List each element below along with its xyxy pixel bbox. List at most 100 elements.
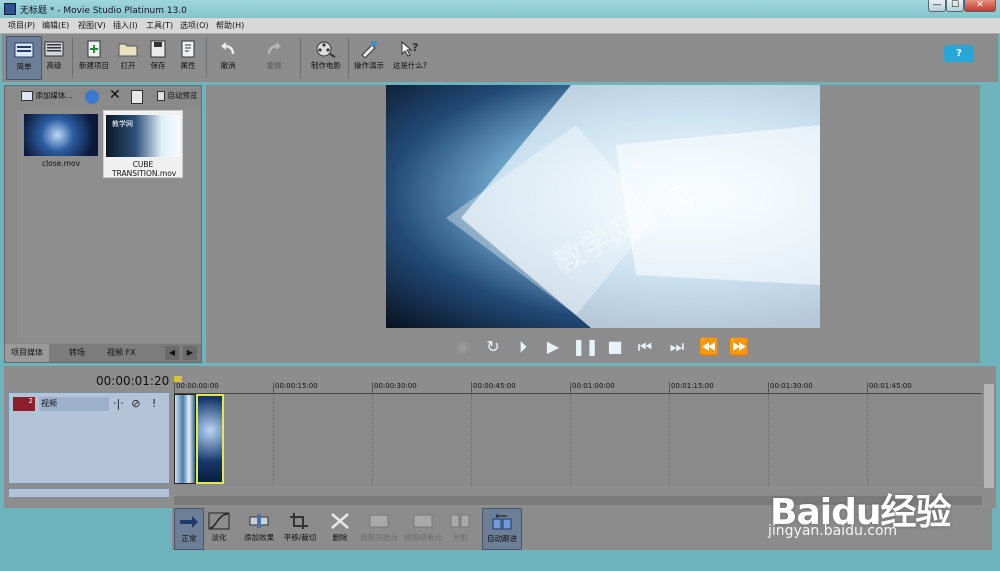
play-icon[interactable]: ▶ [542, 337, 564, 357]
media-properties-icon[interactable] [131, 90, 143, 104]
record-button[interactable]: ◉ [452, 337, 474, 357]
baidu-watermark: Baidu经验 jingyan.baidu.com [758, 463, 958, 549]
video-track-header[interactable]: 2 视频 ⋅|⋅ ⊘ ! [8, 392, 170, 484]
mute-icon[interactable]: ⊘ [131, 397, 140, 410]
stop-icon[interactable]: ■ [604, 337, 626, 357]
fade-button[interactable]: 淡化 [204, 508, 234, 550]
next-frame-icon[interactable]: ⏩ [728, 337, 750, 357]
minimize-button[interactable]: — [928, 0, 946, 12]
add-effect-icon [249, 514, 269, 528]
video-clip-selected[interactable] [196, 394, 224, 484]
ruler-label: 00:00:00:00 [176, 382, 219, 390]
trim-start-button[interactable]: 修剪开始点 [358, 508, 400, 550]
trim-end-button[interactable]: 修剪结束点 [402, 508, 444, 550]
svg-text:?: ? [412, 41, 418, 54]
undo-label: 撤消 [220, 61, 236, 70]
watermark-url: jingyan.baidu.com [768, 523, 898, 539]
auto-ripple-button[interactable]: 自动跟进 [482, 508, 522, 550]
advanced-mode-button[interactable]: 高级 [36, 36, 72, 80]
menu-help[interactable]: 帮助(H) [216, 20, 244, 31]
media-thumbnail: 教学网 [106, 115, 180, 157]
add-effect-label: 添加效果 [244, 533, 274, 542]
menu-view[interactable]: 视图(V) [78, 20, 106, 31]
normal-edit-button[interactable]: 正常 [174, 508, 204, 550]
ruler-label: 00:00:45:00 [473, 382, 516, 390]
loop-playback-icon[interactable]: ↻ [482, 337, 504, 357]
refresh-icon[interactable] [85, 90, 99, 104]
show-me-how-icon [361, 41, 377, 58]
app-window: 无标题 * - Movie Studio Platinum 13.0 — ☐ ✕… [0, 0, 1000, 571]
main-toolbar: 简单 高级 新建项目 打开 保存 属性 撤消 重做 制作电影 操作演示 ? 这是… [2, 34, 998, 82]
ruler-label: 00:00:30:00 [374, 382, 417, 390]
add-media-icon [21, 91, 33, 101]
project-media-panel: 添加媒体... ✕ 自动预览 close.mov 教学网 CUBE TRANSI… [4, 85, 202, 363]
redo-button[interactable]: 重做 [256, 36, 292, 80]
pause-icon[interactable]: ❚❚ [572, 337, 599, 357]
split-button[interactable]: 分割 [442, 508, 478, 550]
tab-transitions[interactable]: 转场 [63, 344, 91, 362]
undo-button[interactable]: 撤消 [210, 36, 246, 80]
help-button[interactable]: ? [944, 45, 974, 62]
split-icon [450, 514, 470, 528]
menu-tools[interactable]: 工具(T) [146, 20, 173, 31]
remove-icon[interactable]: ✕ [109, 87, 121, 103]
play-from-start-icon[interactable]: ⏵ [512, 337, 534, 357]
go-to-end-icon[interactable]: ⏭ [666, 337, 688, 357]
track-name-field[interactable]: 视频 [39, 397, 109, 411]
add-media-button[interactable]: 添加媒体... [21, 90, 73, 104]
track-controls: ⋅|⋅ ⊘ ! [113, 397, 156, 410]
show-me-how-button[interactable]: 操作演示 [350, 36, 388, 80]
add-effect-button[interactable]: 添加效果 [238, 508, 280, 550]
media-item[interactable]: close.mov [21, 110, 101, 168]
auto-preview-toggle[interactable]: 自动预览 [157, 90, 197, 104]
ruler-label: 00:01:30:00 [770, 382, 813, 390]
menu-project[interactable]: 项目(P) [8, 20, 35, 31]
previous-frame-icon[interactable]: ⏪ [698, 337, 720, 357]
tab-prev-button[interactable]: ◀ [165, 346, 179, 360]
audio-track-header[interactable] [8, 488, 170, 498]
tab-video-fx[interactable]: 视频 FX [101, 344, 142, 362]
menu-edit[interactable]: 编辑(E) [42, 20, 69, 31]
properties-button[interactable]: 属性 [170, 36, 206, 80]
show-me-how-label: 操作演示 [354, 61, 384, 70]
make-movie-button[interactable]: 制作电影 [306, 36, 346, 80]
film-reel-icon [316, 41, 336, 58]
media-item-name: close.mov [41, 159, 81, 168]
pan-crop-button[interactable]: 平移/裁切 [278, 508, 322, 550]
track-level-icon[interactable]: ⋅|⋅ [113, 397, 124, 410]
vertical-scrollbar[interactable] [984, 384, 994, 488]
advanced-view-icon [44, 41, 64, 57]
auto-preview-label: 自动预览 [167, 91, 198, 100]
menu-insert[interactable]: 插入(I) [113, 20, 138, 31]
video-clip[interactable] [174, 394, 196, 484]
new-project-button[interactable]: 新建项目 [76, 36, 112, 80]
auto-ripple-label: 自动跟进 [487, 534, 517, 543]
media-item-name: CUBE TRANSITION.mov [112, 160, 177, 178]
delete-label: 删除 [332, 533, 348, 542]
pan-crop-label: 平移/裁切 [283, 533, 317, 542]
trim-start-icon [369, 514, 389, 528]
tab-project-media[interactable]: 项目媒体 [5, 344, 49, 362]
close-button[interactable]: ✕ [964, 0, 996, 12]
maximize-button[interactable]: ☐ [946, 0, 964, 12]
redo-label: 重做 [266, 61, 282, 70]
solo-icon[interactable]: ! [152, 397, 156, 410]
go-to-start-icon[interactable]: ⏮ [634, 337, 656, 357]
tab-next-button[interactable]: ▶ [183, 346, 197, 360]
menu-options[interactable]: 选项(O) [180, 20, 209, 31]
delete-button[interactable]: 删除 [324, 508, 356, 550]
add-media-label: 添加媒体... [35, 91, 73, 100]
make-movie-label: 制作电影 [311, 61, 341, 70]
toolbar-divider [348, 38, 349, 78]
whats-this-button[interactable]: ? 这是什么? [390, 36, 430, 80]
undo-icon [221, 42, 235, 55]
media-item[interactable]: 教学网 CUBE TRANSITION.mov [103, 110, 183, 178]
track-number: 2 [13, 397, 35, 411]
delete-icon [331, 513, 349, 529]
normal-edit-icon [180, 516, 198, 528]
timecode-display: 00:00:01:20 [96, 374, 170, 388]
timeline-ruler[interactable]: 00:00:00:00 00:00:15:00 00:00:30:00 00:0… [174, 382, 982, 394]
thumbnail-text: 教学网 [112, 120, 133, 128]
split-label: 分割 [452, 533, 468, 542]
media-tabs: 项目媒体 转场 视频 FX ◀ ▶ [5, 344, 201, 362]
